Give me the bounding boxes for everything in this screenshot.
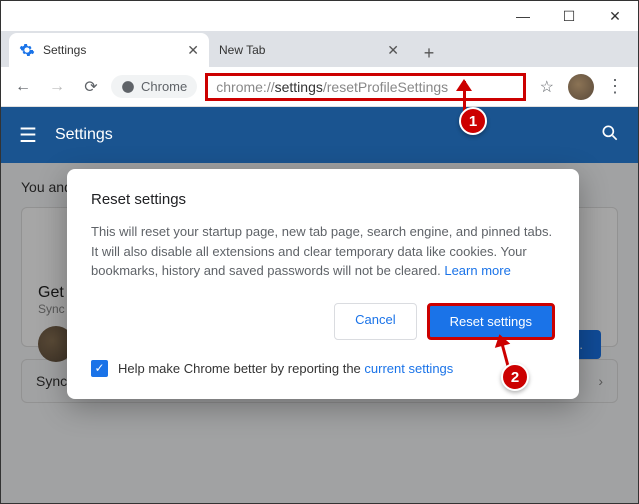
address-bar[interactable]: chrome://settings/resetProfileSettings <box>205 73 525 101</box>
dialog-title: Reset settings <box>91 191 555 208</box>
reload-button[interactable]: ⟳ <box>77 73 105 101</box>
forward-button[interactable]: → <box>43 73 71 101</box>
tab-settings[interactable]: Settings ✕ <box>9 33 209 67</box>
page-title: Settings <box>55 126 582 144</box>
close-tab-icon[interactable]: ✕ <box>187 42 199 59</box>
reset-settings-button[interactable]: Reset settings <box>427 303 555 340</box>
close-window-button[interactable]: ✕ <box>592 1 638 31</box>
annotation-arrowhead <box>456 79 472 91</box>
help-checkbox-row: ✓ Help make Chrome better by reporting t… <box>91 360 555 377</box>
search-icon[interactable] <box>600 123 620 148</box>
tab-strip: Settings ✕ New Tab ✕ + <box>1 31 638 67</box>
help-text: Help make Chrome better by reporting the <box>118 361 364 376</box>
new-tab-button[interactable]: + <box>415 39 443 67</box>
current-settings-link[interactable]: current settings <box>364 361 453 376</box>
tab-label: New Tab <box>219 43 265 57</box>
reset-settings-dialog: Reset settings This will reset your star… <box>67 169 579 399</box>
tab-new-tab[interactable]: New Tab ✕ <box>209 33 409 67</box>
back-button[interactable]: ← <box>9 73 37 101</box>
checkbox-checked-icon[interactable]: ✓ <box>91 360 108 377</box>
settings-header: ☰ Settings <box>1 107 638 163</box>
hamburger-icon[interactable]: ☰ <box>19 123 37 148</box>
window-titlebar: — ☐ ✕ <box>1 1 638 31</box>
annotation-badge-1: 1 <box>459 107 487 135</box>
tab-label: Settings <box>43 43 86 57</box>
bookmark-star-icon[interactable]: ☆ <box>540 77 554 97</box>
minimize-button[interactable]: — <box>500 1 546 31</box>
browser-toolbar: ← → ⟳ Chrome chrome://settings/resetProf… <box>1 67 638 107</box>
cancel-button[interactable]: Cancel <box>334 303 416 340</box>
close-tab-icon[interactable]: ✕ <box>387 42 399 59</box>
chrome-icon <box>121 80 135 94</box>
menu-dots-icon[interactable]: ⋮ <box>600 76 630 97</box>
gear-icon <box>19 42 35 58</box>
profile-avatar[interactable] <box>568 74 594 100</box>
maximize-button[interactable]: ☐ <box>546 1 592 31</box>
dialog-body: This will reset your startup page, new t… <box>91 222 555 281</box>
annotation-badge-2: 2 <box>501 363 529 391</box>
dialog-buttons: Cancel Reset settings <box>91 303 555 340</box>
learn-more-link[interactable]: Learn more <box>444 263 510 278</box>
site-chip: Chrome <box>111 75 197 98</box>
